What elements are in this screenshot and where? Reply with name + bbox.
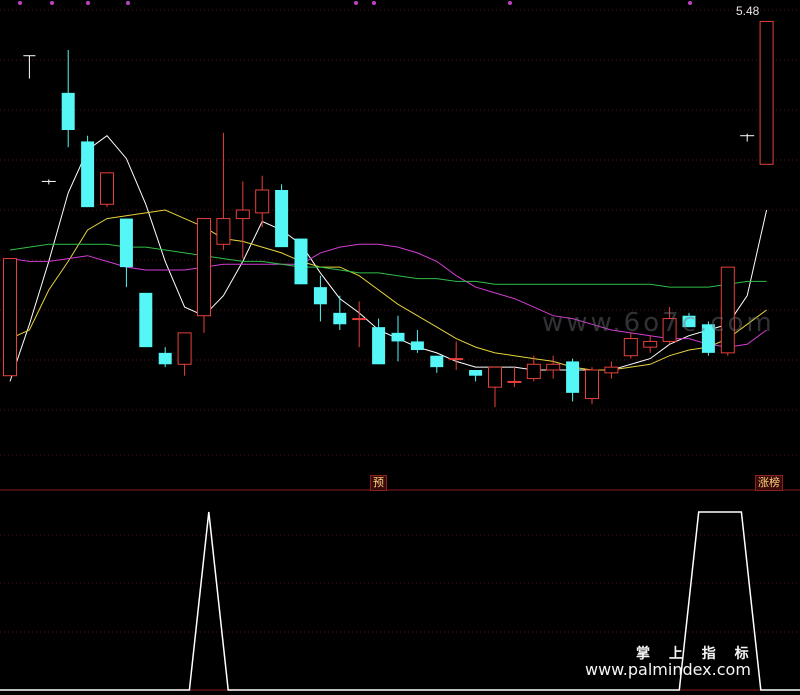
- grid-layer: [0, 9, 800, 691]
- candle-body: [255, 189, 270, 214]
- candle-body: [158, 352, 172, 365]
- candle: [352, 301, 367, 348]
- candle: [469, 370, 483, 382]
- candle-body: [197, 218, 211, 317]
- candle: [197, 218, 211, 333]
- candle-body: [352, 318, 367, 321]
- candle: [216, 132, 231, 250]
- candle-body: [61, 92, 75, 130]
- chart-canvas: [0, 1, 800, 691]
- candle: [430, 355, 444, 373]
- candle: [3, 258, 17, 377]
- candle-body: [585, 369, 599, 400]
- candle: [507, 367, 522, 388]
- candle-body: [449, 358, 464, 361]
- candle-body: [119, 218, 133, 268]
- candle: [235, 181, 250, 259]
- candle: [391, 315, 405, 362]
- high-price-label: 5.48: [736, 4, 760, 18]
- candle-body: [623, 338, 638, 357]
- candle: [449, 341, 464, 370]
- candle: [313, 275, 327, 322]
- candle-body: [759, 20, 774, 165]
- brand-watermark-url: www.palmindex.com: [585, 660, 751, 679]
- candle: [410, 330, 424, 353]
- candle: [177, 332, 192, 376]
- top-markers: [18, 1, 692, 5]
- candle: [100, 172, 114, 208]
- candle-body: [3, 258, 17, 377]
- candle: [81, 135, 95, 208]
- candle: [566, 358, 580, 402]
- candle: [255, 175, 270, 228]
- candle-body: [177, 332, 192, 365]
- candle-body: [604, 366, 619, 374]
- candle-body: [526, 363, 541, 380]
- candle: [275, 184, 289, 248]
- candle: [333, 295, 347, 330]
- candle-body: [546, 363, 561, 371]
- candle-body: [275, 190, 289, 248]
- candle: [488, 366, 502, 408]
- candle: [740, 133, 755, 142]
- candle-body: [235, 209, 250, 220]
- candle-body: [313, 287, 327, 305]
- candle-body: [294, 238, 308, 285]
- candle: [604, 361, 619, 379]
- candle-body: [507, 380, 522, 383]
- candle: [61, 50, 75, 148]
- candle: [23, 55, 36, 79]
- candle: [585, 367, 599, 405]
- candle-body: [216, 218, 231, 245]
- candle: [759, 20, 774, 165]
- candle: [294, 238, 308, 285]
- watermark-mid: www.6o7c.com: [542, 308, 775, 338]
- candle-body: [643, 340, 658, 348]
- candle-body: [100, 172, 114, 205]
- candle: [158, 347, 172, 368]
- candle: [41, 179, 56, 185]
- candle-body: [488, 366, 502, 388]
- candle-body: [372, 327, 386, 365]
- candle-body: [469, 370, 483, 376]
- candle: [139, 292, 153, 348]
- candle: [546, 355, 561, 379]
- candle-body: [430, 355, 444, 368]
- candle-body: [410, 341, 424, 350]
- candle-body: [333, 312, 347, 325]
- candle-body: [391, 332, 405, 342]
- candle: [643, 335, 658, 353]
- candle-body: [139, 292, 153, 348]
- candle-layer: [3, 20, 774, 408]
- candle: [119, 218, 133, 288]
- candle-body: [81, 141, 95, 208]
- limit-up-tag: 涨榜: [755, 475, 783, 491]
- pre-signal-tag: 预: [370, 475, 387, 491]
- candle-body: [566, 361, 580, 393]
